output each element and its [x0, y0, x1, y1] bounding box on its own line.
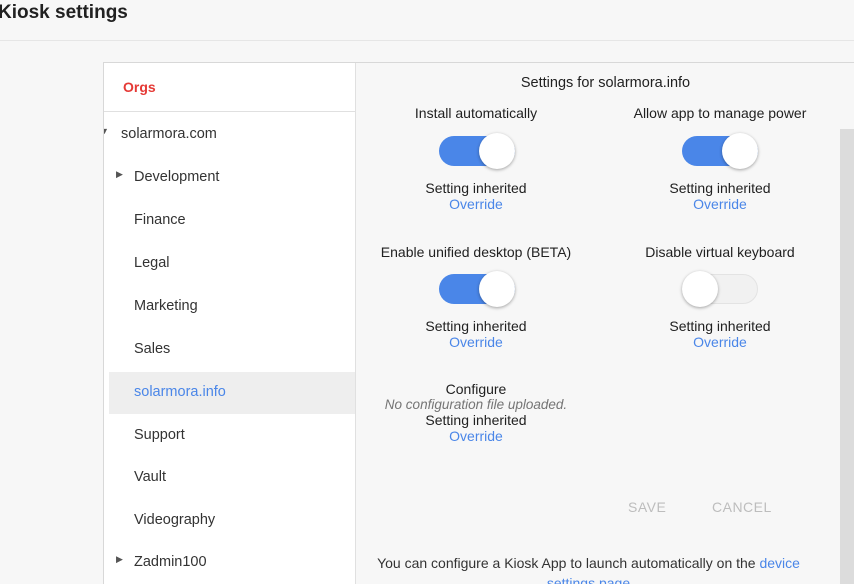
setting-inherited-text: Setting inherited [425, 180, 527, 196]
org-item-zadmin100[interactable]: ▶ Zadmin100 [104, 543, 355, 583]
override-link[interactable]: Override [600, 334, 840, 350]
disable-virtual-keyboard-status: Setting inherited Override [600, 318, 840, 350]
setting-name: Allow app to manage power [633, 105, 807, 121]
org-item-label: Sales [134, 341, 171, 357]
org-item-label: Zadmin100 [134, 554, 207, 570]
setting-install-automatically: Install automatically [356, 105, 596, 121]
org-item-development[interactable]: ▶ Development [104, 158, 355, 198]
org-item-vault[interactable]: Vault [104, 458, 355, 498]
expand-arrow-icon[interactable]: ▶ [116, 554, 123, 565]
setting-allow-manage-power: Allow app to manage power [600, 105, 840, 121]
setting-inherited-text: Setting inherited [669, 180, 771, 196]
install-automatically-status: Setting inherited Override [356, 180, 596, 212]
configure-title: Configure [445, 381, 507, 397]
save-button[interactable]: SAVE [628, 499, 666, 515]
setting-inherited-text: Setting inherited [669, 318, 771, 334]
collapse-arrow-icon[interactable]: ▼ [104, 126, 109, 136]
footer-info: You can configure a Kiosk App to launch … [356, 553, 821, 584]
org-sidebar: Orgs ▼ solarmora.com ▶ Development Finan… [104, 63, 356, 584]
org-item-marketing[interactable]: Marketing [104, 287, 355, 327]
disable-virtual-keyboard-toggle[interactable] [682, 271, 758, 307]
cancel-button[interactable]: CANCEL [712, 499, 772, 515]
setting-disable-virtual-keyboard: Disable virtual keyboard [600, 244, 840, 260]
configure-note: No configuration file uploaded. [384, 397, 568, 412]
toggle-knob [722, 133, 758, 169]
title-divider [0, 40, 854, 41]
setting-name: Disable virtual keyboard [645, 244, 795, 260]
org-item-label: Videography [134, 512, 216, 528]
override-link[interactable]: Override [356, 428, 596, 444]
page-title: Kiosk settings [0, 2, 128, 23]
settings-title: Settings for solarmora.info [520, 75, 691, 91]
org-item-label: Legal [134, 255, 170, 271]
orgs-title: Orgs [123, 79, 156, 95]
settings-main: Settings for solarmora.info Install auto… [356, 63, 854, 584]
org-item-label: solarmora.info [134, 384, 226, 400]
settings-panel: Orgs ▼ solarmora.com ▶ Development Finan… [103, 62, 854, 584]
setting-inherited-text: Setting inherited [425, 412, 527, 428]
org-item-support[interactable]: Support [104, 416, 355, 456]
org-item-label: solarmora.com [121, 126, 217, 142]
setting-name: Enable unified desktop (BETA) [380, 244, 572, 260]
toggle-knob [479, 271, 515, 307]
org-item-label: Support [134, 427, 185, 443]
org-item-finance[interactable]: Finance [104, 201, 355, 241]
org-item-legal[interactable]: Legal [104, 244, 355, 284]
expand-arrow-icon[interactable]: ▶ [116, 169, 123, 180]
org-item-sales[interactable]: Sales [104, 330, 355, 370]
orgs-header: Orgs [104, 63, 355, 112]
org-item-solarmora-com[interactable]: ▼ solarmora.com [104, 115, 355, 155]
setting-inherited-text: Setting inherited [425, 318, 527, 334]
allow-manage-power-status: Setting inherited Override [600, 180, 840, 212]
org-item-label: Finance [134, 212, 186, 228]
setting-unified-desktop: Enable unified desktop (BETA) [356, 244, 596, 260]
org-item-solarmora-info[interactable]: solarmora.info [109, 372, 355, 414]
allow-manage-power-toggle[interactable] [682, 133, 758, 169]
scrollbar[interactable] [840, 129, 854, 584]
org-item-label: Development [134, 169, 220, 185]
toggle-knob [682, 271, 718, 307]
setting-name: Install automatically [414, 105, 538, 121]
org-item-label: Vault [134, 469, 166, 485]
footer-text: You can configure a Kiosk App to launch … [377, 555, 756, 571]
unified-desktop-status: Setting inherited Override [356, 318, 596, 350]
install-automatically-toggle[interactable] [439, 133, 515, 169]
settings-header: Settings for solarmora.info [356, 63, 854, 111]
org-item-videography[interactable]: Videography [104, 501, 355, 541]
override-link[interactable]: Override [356, 196, 596, 212]
org-item-label: Marketing [134, 298, 198, 314]
unified-desktop-toggle[interactable] [439, 271, 515, 307]
configure-status: Setting inherited Override [356, 412, 596, 444]
override-link[interactable]: Override [600, 196, 840, 212]
override-link[interactable]: Override [356, 334, 596, 350]
toggle-knob [479, 133, 515, 169]
configure-section: Configure No configuration file uploaded… [356, 381, 596, 444]
